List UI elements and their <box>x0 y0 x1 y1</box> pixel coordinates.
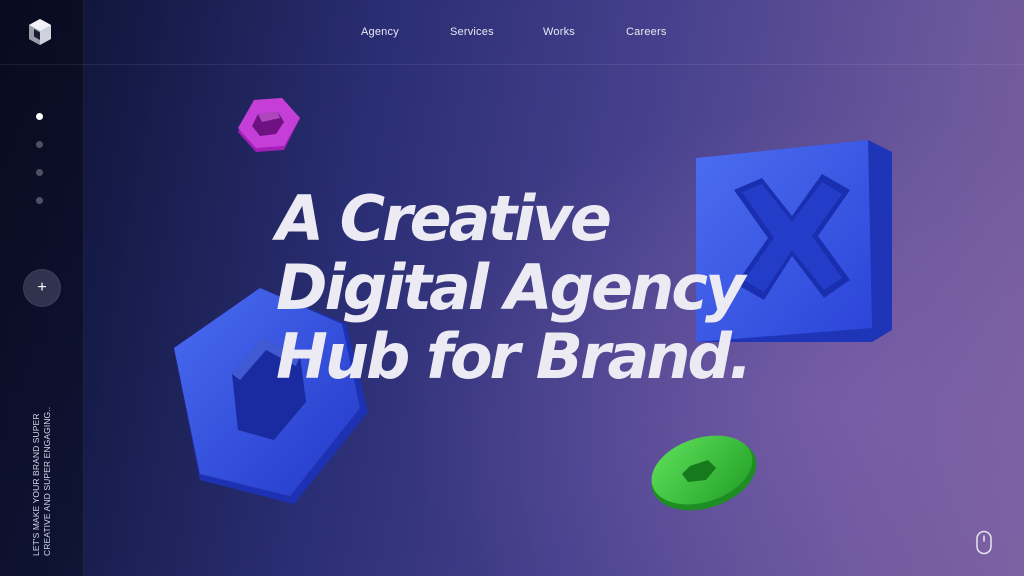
nav-works[interactable]: Works <box>543 26 575 38</box>
green-ring <box>651 435 757 511</box>
nav-services[interactable]: Services <box>450 26 494 38</box>
magenta-hexagon-ring <box>238 98 300 152</box>
hero-line-2: Digital Agency <box>276 251 745 324</box>
slide-dot-4[interactable] <box>36 197 43 204</box>
vertical-tagline: LET'S MAKE YOUR BRAND SUPER CREATIVE AND… <box>31 406 53 556</box>
plus-button[interactable]: + <box>23 269 61 307</box>
header-divider <box>0 64 1024 65</box>
slide-dot-1[interactable] <box>36 113 43 120</box>
main-nav: Agency Services Works Careers <box>0 26 1024 40</box>
slide-pagination <box>36 113 43 225</box>
slide-dot-3[interactable] <box>36 169 43 176</box>
hero-line-3: Hub for Brand. <box>276 320 752 393</box>
mouse-scroll-icon[interactable] <box>975 530 993 556</box>
hero-line-1: A Creative <box>276 182 612 255</box>
hero-headline: A Creative Digital Agency Hub for Brand. <box>276 184 796 391</box>
nav-agency[interactable]: Agency <box>361 26 399 38</box>
tagline-line-2: CREATIVE AND SUPER ENGAGING.. <box>42 406 52 556</box>
tagline-line-1: LET'S MAKE YOUR BRAND SUPER <box>31 413 41 556</box>
plus-icon: + <box>37 279 47 296</box>
slide-dot-2[interactable] <box>36 141 43 148</box>
nav-careers[interactable]: Careers <box>626 26 667 38</box>
